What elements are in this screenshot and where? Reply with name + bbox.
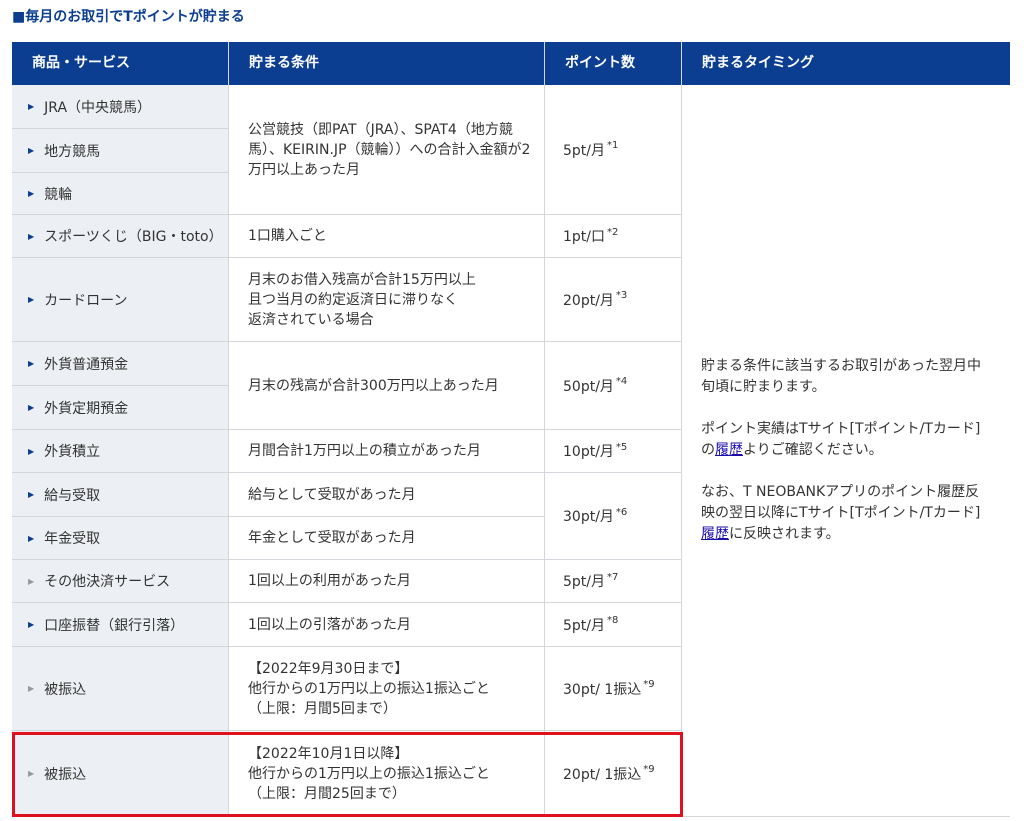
triangle-right-icon: ▶ xyxy=(28,189,35,198)
product-other-payment: ▶ その他決済サービス xyxy=(12,560,229,603)
column-header-points: ポイント数 xyxy=(545,42,682,85)
condition-cell: 月末のお借入残高が合計15万円以上 且つ当月の約定返済日に滞りなく 返済されてい… xyxy=(229,258,545,342)
condition-cell: 1回以上の引落があった月 xyxy=(229,603,545,647)
footnote-mark: *1 xyxy=(607,140,619,151)
history-link[interactable]: 履歴 xyxy=(701,526,729,542)
points-value: 10pt/月 xyxy=(563,444,614,460)
product-label: 外貨定期預金 xyxy=(44,400,129,417)
triangle-right-icon: ▶ xyxy=(28,102,35,111)
points-value: 1pt/口 xyxy=(563,229,605,245)
product-label: JRA（中央競馬） xyxy=(44,99,152,116)
footnote-mark: *4 xyxy=(615,376,628,387)
timing-text-2: ポイント実績はTサイト[Tポイント/Tカード]の履歴よりご確認ください。 xyxy=(701,419,992,461)
points-cell: 5pt/月 *7 xyxy=(545,560,682,603)
timing-text: なお、T NEOBANKアプリのポイント履歴反映の翌日以降にTサイト[Tポイント… xyxy=(701,484,981,521)
triangle-right-icon: ▶ xyxy=(28,620,35,629)
product-label: 外貨普通預金 xyxy=(44,356,129,373)
points-cell: 5pt/月 *1 xyxy=(545,85,682,215)
footnote-mark: *7 xyxy=(607,571,619,583)
product-jra[interactable]: ▶ JRA（中央競馬） xyxy=(12,85,229,129)
footnote-mark: *2 xyxy=(607,226,619,238)
points-cell: 50pt/月 *4 xyxy=(545,342,682,430)
condition-cell: 公営競技（即PAT（JRA）、SPAT4（地方競馬）、KEIRIN.JP（競輪）… xyxy=(229,85,545,215)
product-label: スポーツくじ（BIG・toto） xyxy=(44,229,223,245)
triangle-right-icon: ▶ xyxy=(28,684,35,693)
points-cell: 10pt/月 *5 xyxy=(545,430,682,473)
footnote-mark: *5 xyxy=(615,441,628,453)
timing-cell: 貯まる条件に該当するお取引があった翌月中旬頃に貯まります。 ポイント実績はTサイ… xyxy=(682,85,1010,817)
triangle-right-icon: ▶ xyxy=(28,146,35,155)
condition-cell: 1口購入ごと xyxy=(229,215,545,258)
points-value: 30pt/月 xyxy=(563,509,614,525)
highlight-box xyxy=(12,732,683,817)
points-value: 5pt/月 xyxy=(563,142,605,159)
points-value: 5pt/月 xyxy=(563,574,605,590)
section-heading: ■毎月のお取引でTポイントが貯まる xyxy=(12,9,245,25)
timing-text-1: 貯まる条件に該当するお取引があった翌月中旬頃に貯まります。 xyxy=(701,358,981,395)
product-incoming-transfer: ▶ 被振込 xyxy=(12,647,229,731)
triangle-right-icon: ▶ xyxy=(28,446,35,456)
product-label: 外貨積立 xyxy=(44,444,101,460)
product-label: 被振込 xyxy=(44,681,87,698)
history-link[interactable]: 履歴 xyxy=(715,442,743,458)
triangle-right-icon: ▶ xyxy=(28,490,35,499)
points-cell: 30pt/ 1振込 *9 xyxy=(545,647,682,731)
column-header-condition: 貯まる条件 xyxy=(229,42,545,85)
points-cell: 1pt/口 *2 xyxy=(545,215,682,258)
product-account-transfer[interactable]: ▶ 口座振替（銀行引落） xyxy=(12,603,229,647)
product-salary-receipt[interactable]: ▶ 給与受取 xyxy=(12,473,229,517)
points-cell: 30pt/月 *6 xyxy=(545,473,682,560)
product-label: その他決済サービス xyxy=(44,574,171,590)
condition-cell: 月末の残高が合計300万円以上あった月 xyxy=(229,342,545,430)
product-label: カードローン xyxy=(44,292,128,309)
points-cell: 20pt/月 *3 xyxy=(545,258,682,342)
product-keirin[interactable]: ▶ 競輪 xyxy=(12,173,229,215)
column-header-timing: 貯まるタイミング xyxy=(682,42,1010,85)
product-label: 給与受取 xyxy=(44,487,101,504)
footnote-mark: *9 xyxy=(643,679,655,690)
points-value: 30pt/ 1振込 xyxy=(563,681,642,698)
triangle-right-icon: ▶ xyxy=(28,295,35,304)
timing-text-3: なお、T NEOBANKアプリのポイント履歴反映の翌日以降にTサイト[Tポイント… xyxy=(701,482,992,545)
condition-cell: 1回以上の利用があった月 xyxy=(229,560,545,603)
condition-cell: 月間合計1万円以上の積立があった月 xyxy=(229,430,545,473)
product-label: 地方競馬 xyxy=(44,143,101,160)
condition-cell: 年金として受取があった月 xyxy=(229,517,545,560)
product-label: 年金受取 xyxy=(44,531,101,547)
triangle-right-icon: ▶ xyxy=(28,359,35,368)
product-label: 口座振替（銀行引落） xyxy=(44,617,185,634)
points-table: 商品・サービス 貯まる条件 ポイント数 貯まるタイミング ▶ JRA（中央競馬）… xyxy=(12,42,1010,817)
product-sports-lottery[interactable]: ▶ スポーツくじ（BIG・toto） xyxy=(12,215,229,258)
product-fx-time-deposit[interactable]: ▶ 外貨定期預金 xyxy=(12,386,229,430)
product-fx-savings[interactable]: ▶ 外貨積立 xyxy=(12,430,229,473)
points-cell: 5pt/月 *8 xyxy=(545,603,682,647)
footnote-mark: *6 xyxy=(615,506,628,518)
product-local-horse-racing[interactable]: ▶ 地方競馬 xyxy=(12,129,229,173)
timing-text: に反映されます。 xyxy=(729,526,840,542)
footnote-mark: *3 xyxy=(615,290,628,301)
column-header-product: 商品・サービス xyxy=(12,42,229,85)
product-pension-receipt[interactable]: ▶ 年金受取 xyxy=(12,517,229,560)
triangle-right-icon: ▶ xyxy=(28,403,35,412)
product-label: 競輪 xyxy=(44,186,73,203)
product-card-loan[interactable]: ▶ カードローン xyxy=(12,258,229,342)
footnote-mark: *8 xyxy=(607,615,619,626)
triangle-right-icon: ▶ xyxy=(28,576,35,586)
condition-cell: 給与として受取があった月 xyxy=(229,473,545,517)
triangle-right-icon: ▶ xyxy=(28,231,35,241)
product-fx-ordinary-deposit[interactable]: ▶ 外貨普通預金 xyxy=(12,342,229,386)
points-value: 20pt/月 xyxy=(563,292,614,309)
points-value: 50pt/月 xyxy=(563,378,614,395)
timing-text: よりご確認ください。 xyxy=(743,442,883,458)
points-value: 5pt/月 xyxy=(563,617,605,634)
triangle-right-icon: ▶ xyxy=(28,533,35,543)
condition-cell: 【2022年9月30日まで】 他行からの1万円以上の振込1振込ごと （上限：月間… xyxy=(229,647,545,731)
